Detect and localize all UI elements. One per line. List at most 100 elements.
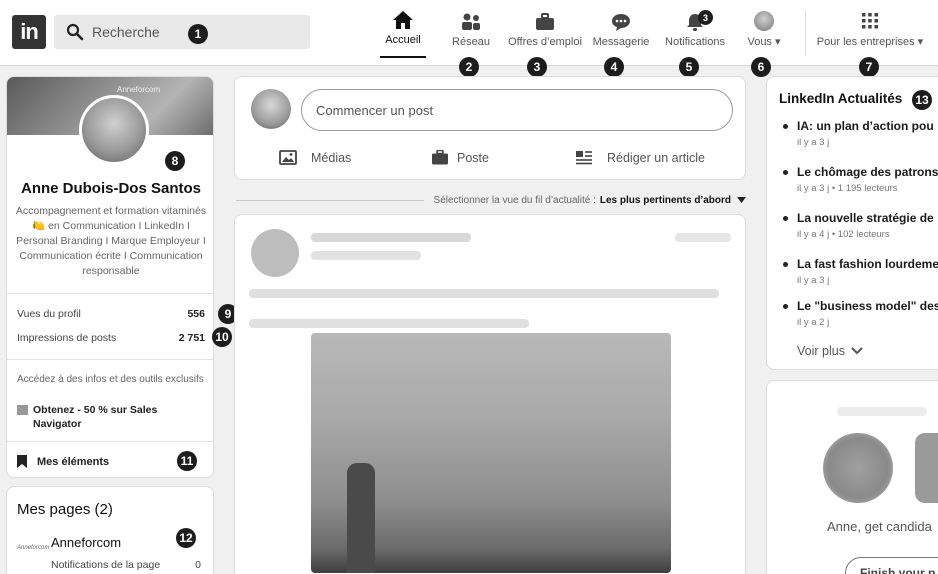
chevron-down-icon <box>851 347 863 355</box>
job-button[interactable]: Poste <box>431 150 489 165</box>
avatar <box>251 229 299 277</box>
annotation-badge: 3 <box>527 57 547 77</box>
blurred-image <box>311 333 671 573</box>
news-headline: La fast fashion lourdeme <box>781 257 938 271</box>
annotation-badge: 2 <box>459 57 479 77</box>
write-article-button[interactable]: Rédiger un article <box>575 150 705 165</box>
home-icon <box>393 11 413 29</box>
premium-link[interactable]: Obtenez - 50 % sur Sales Navigator <box>17 403 207 431</box>
news-headline: IA: un plan d’action pou <box>781 119 938 133</box>
briefcase-icon <box>536 13 554 30</box>
chat-icon <box>612 14 630 31</box>
feed-sort-selector[interactable]: Sélectionner la vue du fil d’actualité :… <box>234 192 746 208</box>
nav-home[interactable]: Accueil <box>380 8 426 58</box>
my-pages-title[interactable]: Mes pages (2) <box>17 501 113 518</box>
divider <box>7 441 213 442</box>
news-headline: La nouvelle stratégie de <box>781 211 938 225</box>
article-icon <box>576 151 592 165</box>
avatar <box>251 89 291 129</box>
banner-text: Anneforcom <box>117 85 161 94</box>
ad-avatar <box>823 433 893 503</box>
avatar <box>754 11 774 31</box>
divider <box>236 199 424 201</box>
profile-name[interactable]: Anne Dubois-Dos Santos <box>7 180 213 197</box>
news-meta: il y a 3 j <box>797 275 830 286</box>
post-composer: Commencer un post Médias Poste Rédiger u… <box>234 76 746 180</box>
see-more-button[interactable]: Voir plus <box>797 344 863 358</box>
bookmark-icon <box>17 455 27 468</box>
premium-icon <box>17 405 28 415</box>
media-button[interactable]: Médias <box>279 150 351 165</box>
news-meta: il y a 4 j • 102 lecteurs <box>797 229 890 240</box>
divider <box>7 293 213 294</box>
nav-messaging[interactable]: Messagerie <box>590 8 652 58</box>
linkedin-news-card: LinkedIn Actualités IA: un plan d’action… <box>766 76 938 370</box>
job-label: Poste <box>457 150 489 165</box>
page-logo: Anneforcom <box>17 545 50 551</box>
news-item[interactable]: La nouvelle stratégie de il y a 4 j • 10… <box>781 211 938 240</box>
search-input[interactable]: Recherche <box>92 24 160 40</box>
news-item[interactable]: Le "business model" des il y a 2 j <box>781 299 938 328</box>
profile-headline: Accompagnement et formation vitaminés 🍋 … <box>15 205 207 277</box>
my-items-label: Mes éléments <box>37 455 110 468</box>
media-label: Médias <box>311 150 352 165</box>
nav-jobs[interactable]: Offres d’emploi <box>504 8 586 58</box>
feed-sort-value: Les plus pertinents d’abord <box>599 194 731 206</box>
premium-promo-text: Accédez à des infos et des outils exclus… <box>17 374 204 385</box>
blurred-text <box>675 233 731 242</box>
stat-value: 556 <box>187 308 205 320</box>
annotation-badge: 1 <box>188 24 208 44</box>
nav-notifications-label: Notifications <box>665 36 725 48</box>
stat-label: Vues du profil <box>17 308 81 320</box>
blurred-text <box>837 407 927 416</box>
page-notifications-value: 0 <box>195 559 201 571</box>
news-headline: Le chômage des patrons <box>781 165 938 179</box>
ad-logo <box>915 433 938 503</box>
annotation-badge: 13 <box>912 90 932 110</box>
news-item[interactable]: Le chômage des patrons il y a 3 j • 1 19… <box>781 165 938 194</box>
annotation-badge: 7 <box>859 57 879 77</box>
search-icon <box>66 23 84 41</box>
briefcase-icon <box>432 150 448 165</box>
annotation-badge: 8 <box>165 151 185 171</box>
news-item[interactable]: La fast fashion lourdeme il y a 3 j <box>781 257 938 286</box>
start-post-input[interactable]: Commencer un post <box>301 89 733 131</box>
nav-for-business[interactable]: Pour les entreprises ▾ <box>812 8 928 58</box>
annotation-badge: 10 <box>212 327 232 347</box>
news-meta: il y a 3 j • 1 195 lecteurs <box>797 183 898 194</box>
network-icon <box>462 13 480 30</box>
nav-network[interactable]: Réseau <box>448 8 494 58</box>
nav-me[interactable]: Vous ▾ <box>742 8 786 58</box>
nav-network-label: Réseau <box>452 36 490 48</box>
blurred-text <box>249 289 719 298</box>
nav-notifications[interactable]: Notifications <box>660 8 730 58</box>
start-post-placeholder: Commencer un post <box>316 102 434 118</box>
news-item[interactable]: IA: un plan d’action pou il y a 3 j <box>781 119 938 148</box>
stat-value: 2 751 <box>178 332 205 344</box>
annotation-badge: 5 <box>679 57 699 77</box>
annotation-badge: 12 <box>176 528 196 548</box>
profile-views-row[interactable]: Vues du profil 556 <box>17 308 205 320</box>
news-title: LinkedIn Actualités <box>779 91 903 106</box>
nav-home-label: Accueil <box>385 34 421 46</box>
page-name[interactable]: Anneforcom <box>51 535 121 550</box>
post-impressions-row[interactable]: Impressions de posts 2 751 <box>17 332 205 344</box>
divider <box>7 359 213 360</box>
nav-me-label: Vous ▾ <box>747 36 781 48</box>
ad-card[interactable]: Anne, get candida Finish your p <box>766 380 938 574</box>
feed-post-blurred[interactable] <box>234 214 746 574</box>
profile-avatar[interactable] <box>79 95 149 165</box>
linkedin-logo[interactable]: in <box>12 15 46 49</box>
page-notifications-label: Notifications de la page <box>51 559 161 571</box>
my-items-link[interactable]: Mes éléments <box>17 455 109 468</box>
see-more-label: Voir plus <box>797 344 845 358</box>
ad-cta-button[interactable]: Finish your p <box>845 557 938 574</box>
search-bar[interactable]: Recherche <box>54 15 310 49</box>
news-headline: Le "business model" des <box>781 299 938 313</box>
image-icon <box>279 150 297 165</box>
nav-jobs-label: Offres d’emploi <box>508 36 582 48</box>
annotation-badge: 11 <box>177 451 197 471</box>
page-notifications-row[interactable]: Notifications de la page 0 <box>51 559 201 571</box>
premium-link-label: Obtenez - 50 % sur Sales Navigator <box>33 404 158 430</box>
news-meta: il y a 2 j <box>797 317 830 328</box>
